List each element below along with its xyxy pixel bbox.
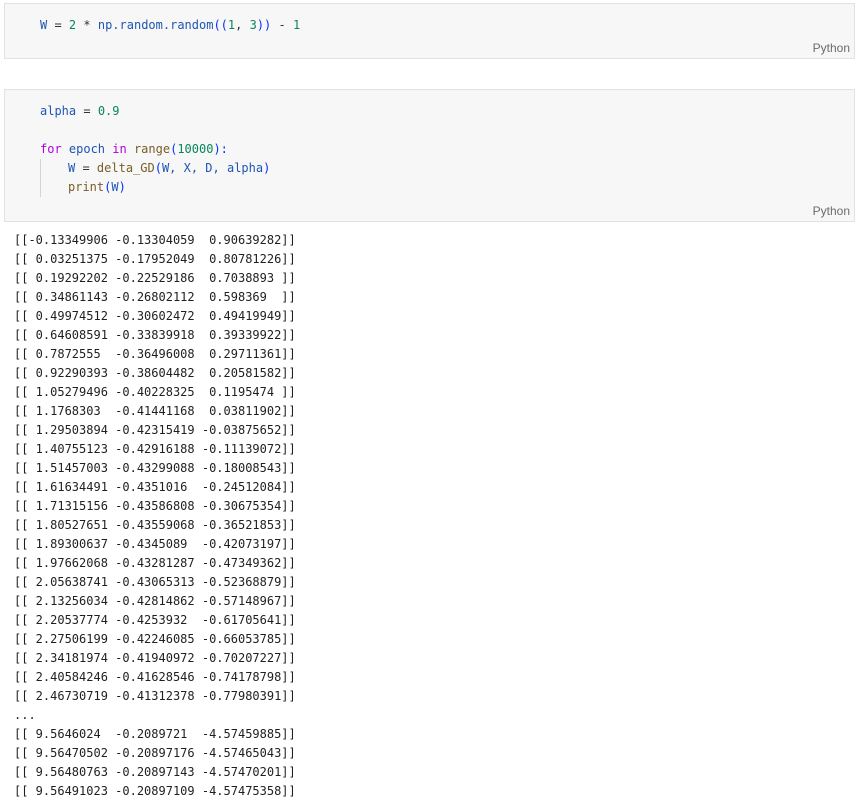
indent-guide [40,159,68,178]
code-cell-2[interactable]: alpha = 0.9 for epoch in range(10000): W =… [4,89,855,222]
output-line: [[ 2.40584246 -0.41628546 -0.74178798]] [14,670,296,684]
output-line: [[ 2.05638741 -0.43065313 -0.52368879]] [14,575,296,589]
code-token-builtin: range [126,142,171,156]
cell-output: [[-0.13349906 -0.13304059 0.90639282]] [[… [14,231,296,800]
output-line: [[ 2.46730719 -0.41312378 -0.77980391]] [14,689,296,703]
output-line: [[ 0.49974512 -0.30602472 0.49419949]] [14,309,296,323]
code-editor[interactable]: alpha = 0.9 for epoch in range(10000): W =… [40,102,270,197]
output-line: [[ 1.40755123 -0.42916188 -0.11139072]] [14,442,296,456]
code-token-variable: alpha [40,104,77,118]
code-token-function: delta_GD [96,161,155,175]
output-line: [[ 0.03251375 -0.17952049 0.80781226]] [14,252,296,266]
output-line: [[ 2.20537774 -0.4253932 -0.61705641]] [14,613,296,627]
code-token-bracket: ( [154,161,162,175]
output-line: [[ 0.34861143 -0.26802112 0.598369 ]] [14,290,296,304]
code-token-operator: = [47,18,69,32]
code-token-operator: * [76,18,98,32]
output-line: ... [14,708,36,722]
code-line: W = 2 * np.random.random((1, 3)) - 1 [40,16,300,35]
code-token-bracket: )) [256,18,272,32]
output-line: [[ 0.64608591 -0.33839918 0.39339922]] [14,328,296,342]
output-line: [[ 1.80527651 -0.43559068 -0.36521853]] [14,518,296,532]
output-line: [[ 9.5646024 -0.2089721 -4.57459885]] [14,727,296,741]
code-token-number: 10000 [177,142,214,156]
output-line: [[ 2.27506199 -0.42246085 -0.66053785]] [14,632,296,646]
output-line: [[ 9.56480763 -0.20897143 -4.57470201]] [14,765,296,779]
output-line: [[-0.13349906 -0.13304059 0.90639282]] [14,233,296,247]
code-token-number: 3 [249,18,257,32]
code-line: print(W) [40,178,270,197]
code-token-variable: W [111,180,119,194]
code-token-number: 0.9 [97,104,120,118]
output-line: [[ 1.97662068 -0.43281287 -0.47349362]] [14,556,296,570]
code-token-builtin: print [68,180,105,194]
output-line: [[ 1.1768303 -0.41441168 0.03811902]] [14,404,296,418]
output-line: [[ 0.19292202 -0.22529186 0.7038893 ]] [14,271,296,285]
code-token-number: 1 [292,18,301,32]
code-token-keyword: in [112,142,127,156]
code-token-arguments: W, X, D, alpha [161,161,264,175]
code-line: W = delta_GD(W, X, D, alpha) [40,159,270,178]
code-token-keyword: for [40,142,62,156]
indent-guide [40,178,68,197]
code-line: alpha = 0.9 [40,102,270,121]
cell-language-label[interactable]: Python [813,41,850,55]
code-token-variable: epoch [61,142,113,156]
code-token-comma: , [235,18,250,32]
output-line: [[ 1.71315156 -0.43586808 -0.30675354]] [14,499,296,513]
code-editor[interactable]: W = 2 * np.random.random((1, 3)) - 1 [40,16,300,35]
code-token-operator: = [75,161,97,175]
output-line: [[ 1.61634491 -0.4351016 -0.24512084]] [14,480,296,494]
code-token-bracket: (( [213,18,228,32]
code-token-operator: - [271,18,293,32]
code-token-bracket: ): [213,142,228,156]
code-token-bracket: ) [263,161,271,175]
output-line: [[ 1.51457003 -0.43299088 -0.18008543]] [14,461,296,475]
output-line: [[ 0.92290393 -0.38604482 0.20581582]] [14,366,296,380]
output-line: [[ 9.56470502 -0.20897176 -4.57465043]] [14,746,296,760]
code-token-call: np.random.random [97,18,214,32]
code-cell-1[interactable]: W = 2 * np.random.random((1, 3)) - 1 Pyt… [4,3,855,59]
output-line: [[ 9.56491023 -0.20897109 -4.57475358]] [14,784,296,798]
code-token-operator: = [76,104,98,118]
output-line: [[ 0.7872555 -0.36496008 0.29711361]] [14,347,296,361]
code-line: for epoch in range(10000): [40,140,270,159]
output-line: [[ 2.13256034 -0.42814862 -0.57148967]] [14,594,296,608]
cell-language-label[interactable]: Python [813,204,850,218]
output-line: [[ 1.05279496 -0.40228325 0.1195474 ]] [14,385,296,399]
code-token-bracket: ) [118,180,126,194]
output-line: [[ 1.29503894 -0.42315419 -0.03875652]] [14,423,296,437]
output-line: [[ 2.34181974 -0.41940972 -0.70207227]] [14,651,296,665]
code-line-empty [40,121,270,140]
output-line: [[ 1.89300637 -0.4345089 -0.42073197]] [14,537,296,551]
